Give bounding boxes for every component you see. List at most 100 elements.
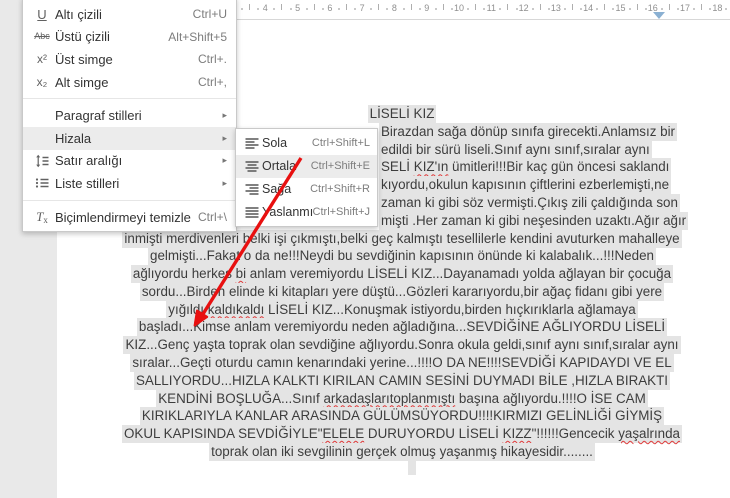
menu-item-paragraph-styles[interactable]: Paragraf stilleri ▸ bbox=[23, 104, 236, 127]
menu-item-list-styles[interactable]: Liste stilleri ▸ bbox=[23, 172, 236, 195]
menu-item-subscript[interactable]: x₂ Alt simge Ctrl+, bbox=[23, 71, 236, 94]
selected-text: yığıldı kaldıkaldı LİSELİ KIZ...Konuşmak… bbox=[166, 300, 638, 319]
menu-item-superscript[interactable]: x² Üst simge Ctrl+. bbox=[23, 48, 236, 71]
submenu-arrow-icon: ▸ bbox=[222, 155, 227, 166]
doc-line[interactable]: SALLIYORDU...HIZLA KALKTI KIRILAN CAMIN … bbox=[74, 371, 730, 390]
ruler-tick bbox=[402, 8, 405, 10]
align-left-icon bbox=[242, 136, 262, 150]
selected-text: KIZ...Genç yaşta toprak olan sevdiğine a… bbox=[123, 336, 681, 355]
doc-line[interactable]: KENDİNİ BOŞLUĞA...Sınıf arkadaşlarıtopla… bbox=[74, 389, 730, 408]
menu-separator bbox=[23, 98, 236, 100]
menu-item-label: Yaslanmış bbox=[262, 204, 313, 219]
menu-item-label: Satır aralığı bbox=[55, 153, 123, 169]
menu-item-label: Alt simge bbox=[55, 74, 109, 90]
ruler-indent-marker[interactable] bbox=[653, 12, 665, 19]
doc-line[interactable]: yığıldı kaldıkaldı LİSELİ KIZ...Konuşmak… bbox=[74, 300, 730, 319]
ruler-tick bbox=[709, 8, 712, 10]
ruler-tick bbox=[321, 8, 324, 10]
selected-text: toprak olan iki sevgilinin gerçek olmuş … bbox=[209, 443, 595, 461]
selected-empty-paragraph-mark bbox=[408, 460, 416, 475]
ruler-tick bbox=[257, 8, 260, 10]
selected-text: sordu...Birden elinde ki kitapları yere … bbox=[139, 282, 665, 301]
selected-text: OKUL KAPISINDA SEVDİĞİYLE"ELELE DURUYORD… bbox=[121, 425, 683, 444]
menu-item-line-spacing[interactable]: Satır aralığı ▸ bbox=[23, 150, 236, 173]
doc-line[interactable]: KIRIKLARIYLA KANLAR ARASINDA GÜLÜMSÜYORD… bbox=[74, 407, 730, 426]
ruler-tick bbox=[273, 8, 276, 10]
submenu-item-align-center[interactable]: Ortala Ctrl+Shift+E bbox=[236, 154, 377, 178]
menu-item-label: Liste stilleri bbox=[55, 175, 120, 191]
ruler-tick bbox=[483, 8, 486, 10]
align-right-icon bbox=[242, 182, 262, 196]
format-menu: U Altı çizili Ctrl+U Abc Üstü çizili Alt+Shif… bbox=[22, 0, 237, 233]
doc-line[interactable]: KIZ...Genç yaşta toprak olan sevdiğine a… bbox=[74, 336, 730, 355]
submenu-item-align-right[interactable]: Sağa Ctrl+Shift+R bbox=[236, 178, 377, 201]
ruler-number: 14 bbox=[583, 3, 594, 13]
ruler-tick bbox=[249, 4, 251, 10]
menu-item-shortcut: Ctrl+Shift+L bbox=[311, 137, 370, 150]
selected-text: SELİ KIZ'ın ümitleri!!!Bir kaç gün önces… bbox=[379, 158, 672, 177]
selected-text: edildi bir sürü liseli.Sınıf aynı sınıf,… bbox=[379, 140, 652, 159]
doc-line[interactable]: başladı...Kimse anlam veremiyordu neden … bbox=[74, 318, 730, 337]
selected-text: gelmişti...Fakat o da ne!!!Neydi bu sevd… bbox=[148, 247, 656, 266]
doc-line[interactable]: sordu...Birden elinde ki kitapları yere … bbox=[74, 282, 730, 301]
menu-item-shortcut: Ctrl+U bbox=[192, 7, 227, 22]
underline-icon: U bbox=[37, 6, 47, 22]
ruler-tick bbox=[467, 8, 470, 10]
ruler-tick bbox=[434, 8, 437, 10]
ruler-tick bbox=[693, 8, 696, 10]
ruler-tick bbox=[305, 8, 308, 10]
ruler-tick bbox=[386, 8, 389, 10]
menu-item-underline[interactable]: U Altı çizili Ctrl+U bbox=[23, 3, 236, 26]
submenu-item-align-justify[interactable]: YaslanmışCtrl+Shift+J bbox=[236, 200, 377, 223]
ruler-tick bbox=[370, 8, 373, 10]
ruler-tick bbox=[354, 8, 357, 10]
submenu-arrow-icon: ▸ bbox=[222, 132, 227, 143]
strikethrough-icon: Abc bbox=[34, 31, 50, 42]
menu-item-align[interactable]: Hizala ▸ bbox=[23, 126, 236, 150]
ruler-tick bbox=[547, 8, 550, 10]
ruler-number: 10 bbox=[454, 3, 465, 13]
ruler-tick bbox=[281, 4, 283, 10]
doc-line[interactable]: OKUL KAPISINDA SEVDİĞİYLE"ELELE DURUYORD… bbox=[74, 425, 730, 444]
ruler-tick bbox=[418, 8, 421, 10]
menu-item-label: Üst simge bbox=[55, 51, 113, 67]
menu-item-label: Hizala bbox=[55, 130, 92, 146]
menu-item-shortcut: Ctrl+. bbox=[197, 52, 227, 67]
selected-text: mişti .Her zaman ki gibi neşesinden uzak… bbox=[379, 211, 689, 230]
ruler-tick bbox=[660, 8, 663, 10]
ruler-tick bbox=[410, 4, 412, 10]
menu-item-label: Sağa bbox=[262, 181, 292, 196]
selected-text: zaman ki gibi söz vermişti.Çıkış zili ça… bbox=[379, 193, 680, 212]
menu-item-clear-formatting[interactable]: Tx Biçimlendirmeyi temizle Ctrl+\ bbox=[23, 206, 236, 229]
doc-line[interactable]: ağlıyordu herkes bi anlam veremiyordu Lİ… bbox=[74, 265, 730, 284]
menu-item-label: Sola bbox=[262, 136, 288, 151]
ruler-tick bbox=[507, 4, 509, 10]
doc-line[interactable]: sıralar...Geçti oturdu camın kenarındaki… bbox=[74, 354, 730, 373]
doc-line[interactable]: toprak olan iki sevgilinin gerçek olmuş … bbox=[74, 443, 730, 461]
submenu-arrow-icon: ▸ bbox=[222, 177, 227, 188]
ruler-tick bbox=[346, 4, 347, 10]
menu-item-label: Paragraf stilleri bbox=[55, 108, 142, 124]
selected-text: LİSELİ KIZ bbox=[367, 105, 437, 123]
selected-text: KIRIKLARIYLA KANLAR ARASINDA GÜLÜMSÜYORD… bbox=[139, 407, 665, 426]
menu-item-shortcut: Ctrl+\ bbox=[197, 210, 227, 225]
ruler-number: 11 bbox=[486, 3, 496, 13]
clear-formatting-icon: Tx bbox=[36, 208, 48, 225]
selected-text: SALLIYORDU...HIZLA KALKTI KIRILAN CAMIN … bbox=[133, 371, 671, 390]
ruler-number: 12 bbox=[518, 3, 529, 13]
list-styles-icon bbox=[29, 176, 55, 190]
menu-item-shortcut: Ctrl+Shift+J bbox=[312, 205, 370, 218]
submenu-arrow-icon: ▸ bbox=[222, 110, 227, 121]
doc-line[interactable]: gelmişti...Fakat o da ne!!!Neydi bu sevd… bbox=[74, 247, 730, 266]
ruler-tick bbox=[289, 8, 292, 10]
ruler-tick bbox=[725, 8, 728, 10]
menu-item-label: Ortala bbox=[262, 159, 297, 174]
ruler-tick bbox=[636, 4, 638, 10]
menu-item-strikethrough[interactable]: Abc Üstü çizili Alt+Shift+5 bbox=[23, 26, 236, 49]
submenu-item-align-left[interactable]: Sola Ctrl+Shift+L bbox=[236, 132, 377, 155]
ruler-number: 9 bbox=[424, 3, 430, 13]
ruler-tick bbox=[580, 8, 583, 10]
ruler-tick bbox=[531, 8, 534, 10]
ruler-tick bbox=[539, 4, 541, 10]
menu-item-shortcut: Ctrl+Shift+R bbox=[310, 182, 370, 195]
